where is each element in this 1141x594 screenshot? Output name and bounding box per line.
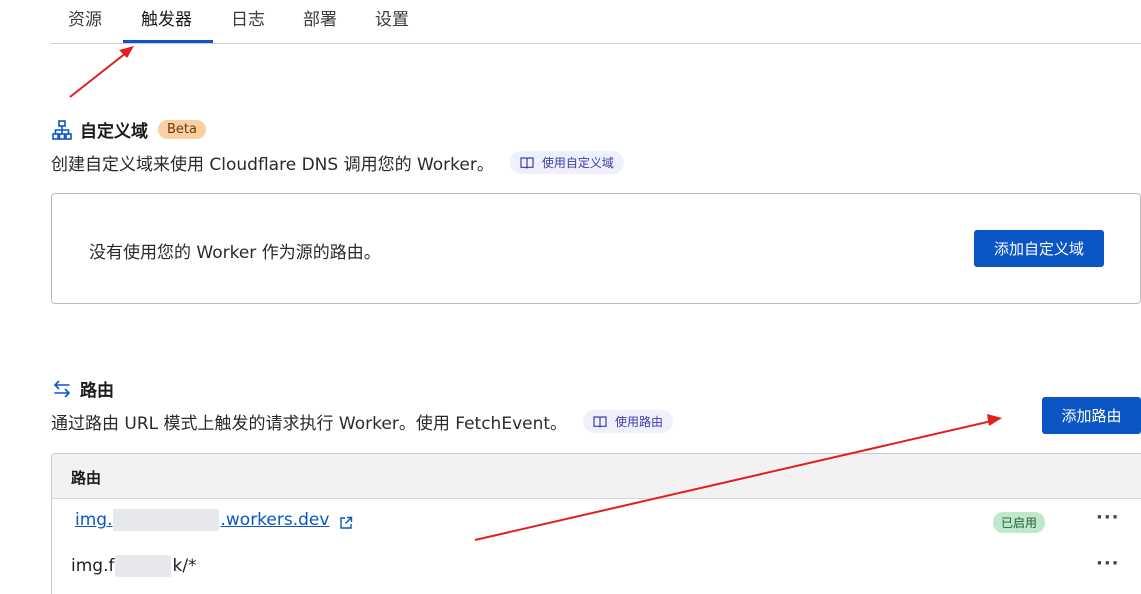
tab-logs[interactable]: 日志 (231, 5, 265, 30)
custom-domains-doc-link-label: 使用自定义域 (541, 156, 614, 170)
custom-domains-empty-state: 没有使用您的 Worker 作为源的路由。 添加自定义域 (51, 193, 1141, 304)
tab-bar: 资源 触发器 日志 部署 设置 (51, 0, 1141, 44)
route-suffix: k/* (172, 556, 197, 576)
custom-domains-description: 创建自定义域来使用 Cloudflare DNS 调用您的 Worker。 (51, 155, 494, 175)
tab-deployments[interactable]: 部署 (303, 5, 337, 30)
routes-doc-link[interactable]: 使用路由 (583, 410, 674, 433)
routes-title: 路由 (80, 381, 114, 401)
book-icon (520, 156, 534, 169)
routes-doc-link-label: 使用路由 (615, 415, 664, 429)
routes-heading: 路由 (52, 376, 114, 401)
routes-description-row: 通过路由 URL 模式上触发的请求执行 Worker。使用 FetchEvent… (51, 409, 674, 434)
custom-domains-doc-link[interactable]: 使用自定义域 (509, 151, 624, 174)
tab-triggers[interactable]: 触发器 (141, 5, 192, 30)
tab-resources[interactable]: 资源 (68, 5, 102, 30)
route-prefix: img.f (71, 556, 115, 576)
redacted-text (113, 509, 220, 531)
external-link-icon[interactable] (339, 516, 353, 530)
more-options-button[interactable]: ··· (1096, 507, 1120, 528)
status-badge: 已启用 (993, 512, 1046, 533)
routes-description: 通过路由 URL 模式上触发的请求执行 Worker。使用 FetchEvent… (51, 414, 568, 434)
custom-domains-description-row: 创建自定义域来使用 Cloudflare DNS 调用您的 Worker。 使用… (51, 150, 624, 175)
beta-badge: Beta (158, 120, 206, 139)
swap-arrows-icon (54, 380, 70, 397)
custom-domains-title: 自定义域 (80, 122, 148, 142)
add-route-button[interactable]: 添加路由 (1042, 397, 1141, 434)
active-tab-indicator (123, 40, 213, 43)
routes-table: 路由 img. .workers.dev 已启用 ··· img.f k/* ··· (51, 453, 1141, 594)
redacted-text (115, 555, 172, 577)
routes-table-header: 路由 (52, 454, 1141, 499)
column-header-route: 路由 (71, 469, 102, 487)
annotation-arrow (69, 46, 134, 98)
table-row: img. .workers.dev 已启用 ··· (52, 499, 1141, 543)
route-prefix: img. (75, 510, 113, 530)
route-suffix: .workers.dev (220, 510, 330, 530)
route-link[interactable]: img. .workers.dev (75, 509, 329, 531)
add-custom-domain-button[interactable]: 添加自定义域 (974, 230, 1104, 267)
sitemap-icon (52, 119, 72, 140)
book-icon (593, 415, 607, 428)
empty-state-message: 没有使用您的 Worker 作为源的路由。 (89, 243, 381, 263)
more-options-button[interactable]: ··· (1096, 553, 1120, 574)
route-pattern: img.f k/* (71, 555, 197, 577)
tab-settings[interactable]: 设置 (375, 5, 409, 30)
table-row: img.f k/* ··· (52, 545, 1141, 589)
custom-domains-heading: 自定义域 Beta (52, 117, 206, 142)
